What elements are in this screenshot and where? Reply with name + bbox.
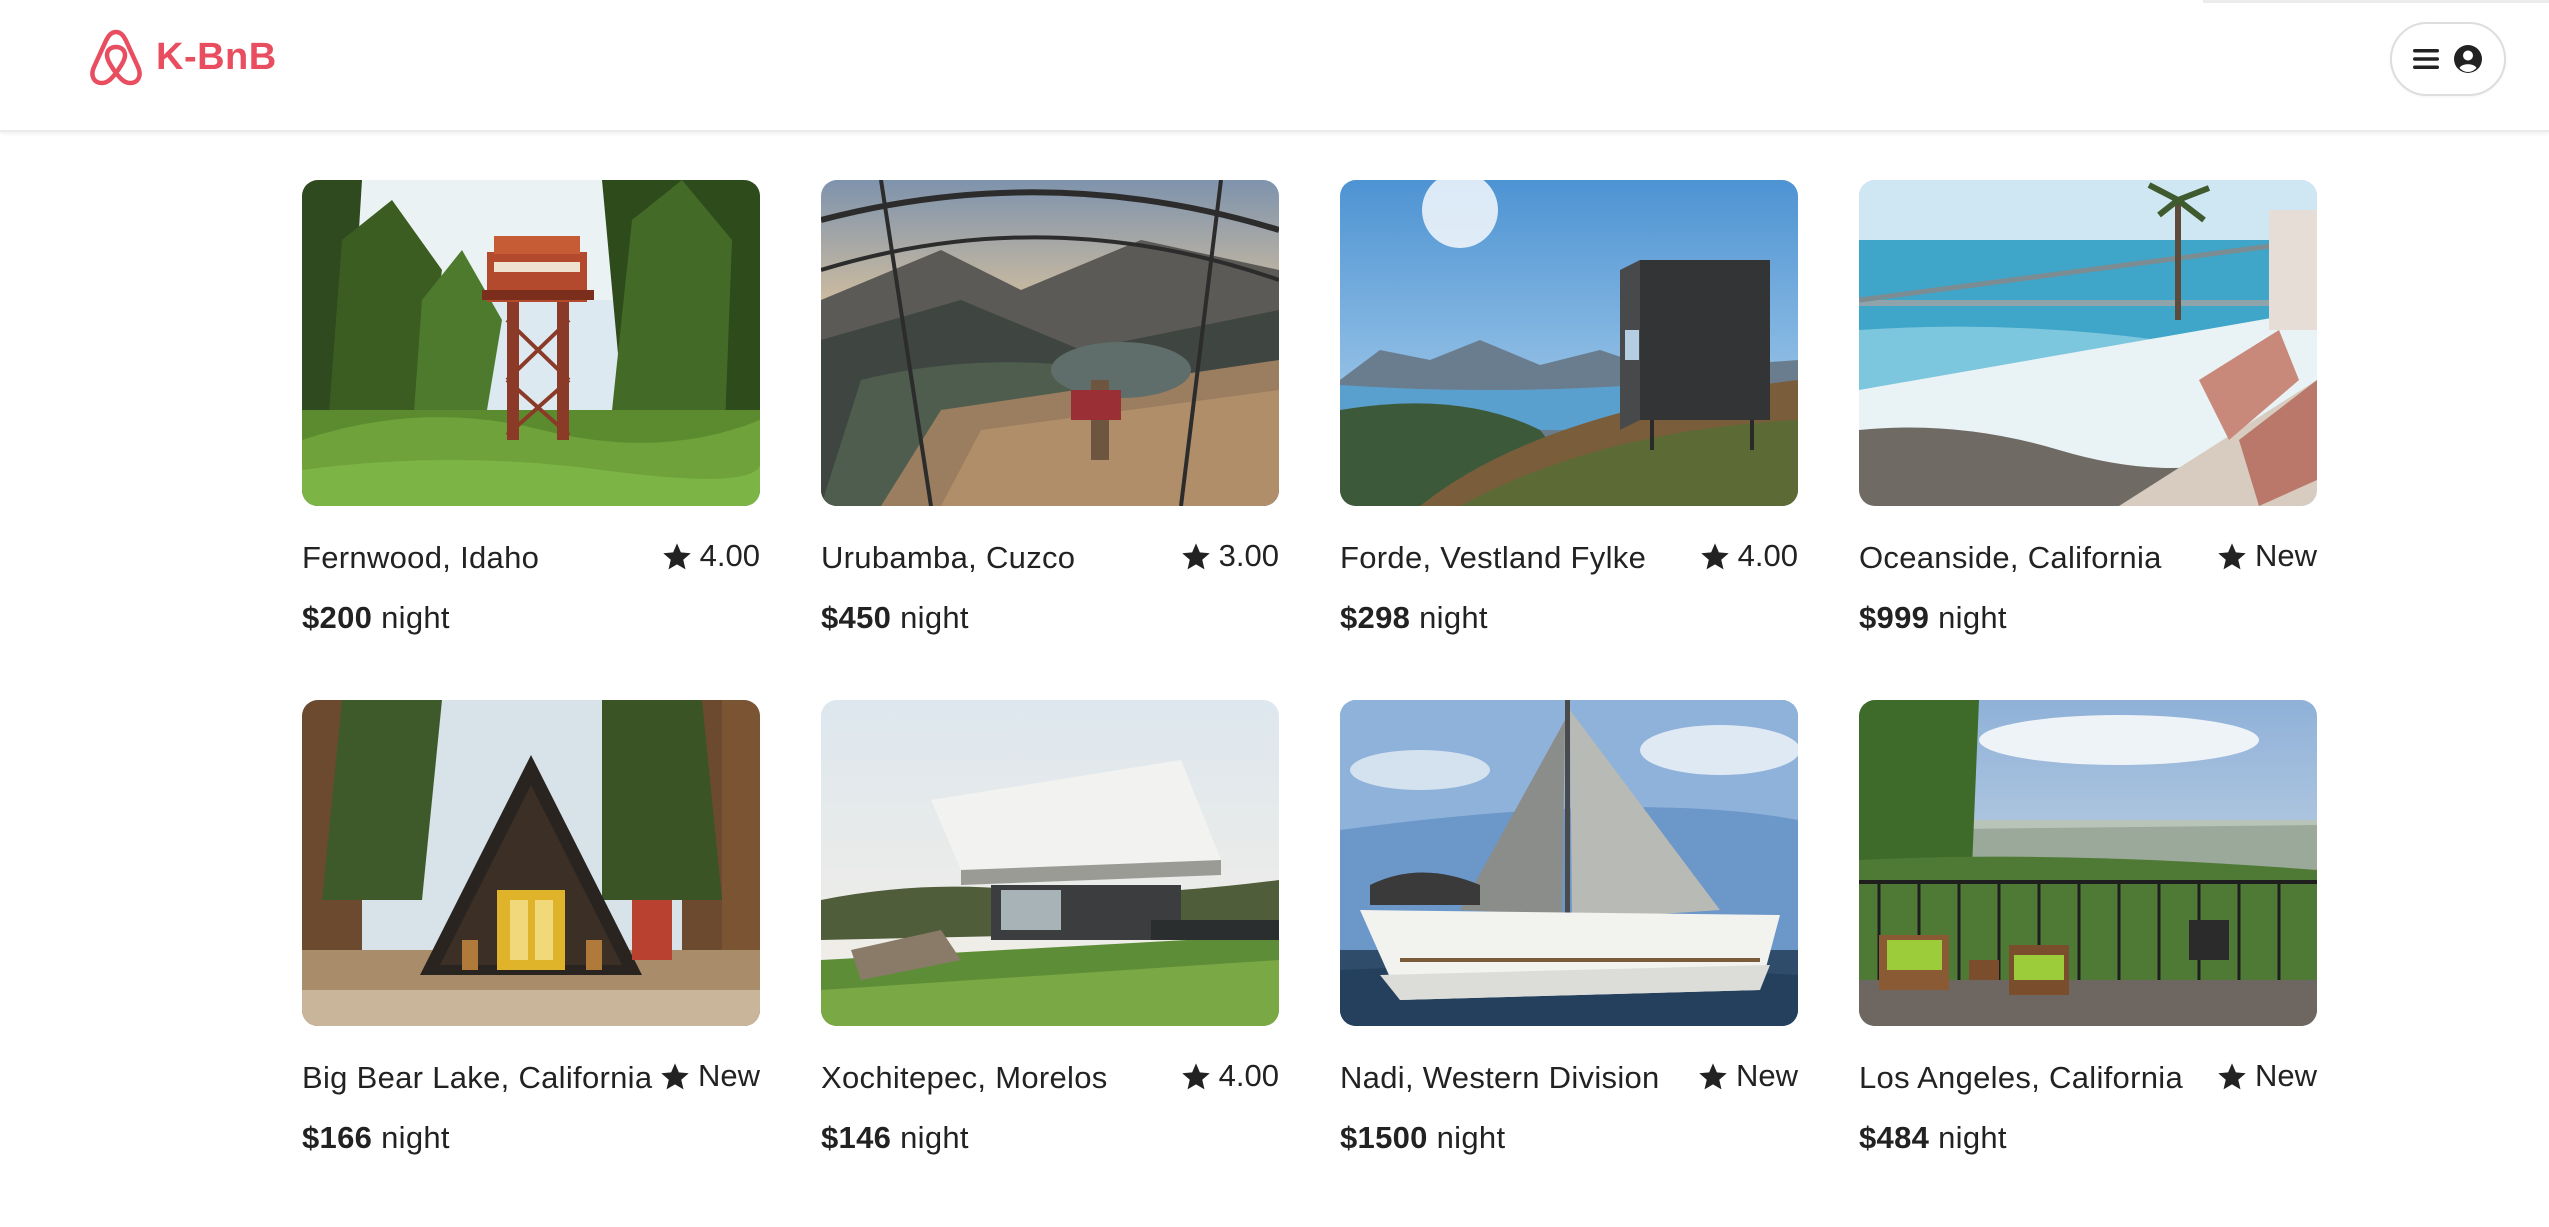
airbnb-belo-icon: [90, 29, 142, 86]
listing-location: Los Angeles, California: [1859, 1060, 2183, 1095]
listing-rating: 4.00: [662, 538, 760, 574]
listing-price-row: $298 night: [1340, 600, 1798, 636]
user-circle-icon: [2454, 45, 2482, 73]
listing-rating: 4.00: [1700, 538, 1798, 574]
star-icon: [1181, 1062, 1210, 1089]
listing-price-suffix: night: [900, 600, 969, 635]
listing-price-row: $200 night: [302, 600, 760, 636]
star-icon: [1181, 542, 1210, 569]
modern-house-photo: [821, 700, 1279, 1026]
listing-card[interactable]: Big Bear Lake, California New $166 night: [302, 700, 760, 1156]
listing-card[interactable]: Los Angeles, California New $484 night: [1859, 700, 2317, 1156]
listing-rating-value: New: [1735, 1058, 1798, 1093]
listing-price: $200: [302, 600, 373, 635]
listing-price-row: $999 night: [1859, 600, 2317, 636]
star-icon: [2218, 1062, 2246, 1089]
ocean-balcony-photo: [1859, 180, 2317, 506]
listing-price: $999: [1859, 600, 1930, 635]
sailboat-photo: [1340, 700, 1798, 1026]
a-frame-cabin-photo: [302, 700, 760, 1026]
listing-price-row: $146 night: [821, 1120, 1279, 1156]
hamburger-menu-icon: [2413, 49, 2439, 69]
listing-price-suffix: night: [381, 600, 450, 635]
star-icon: [662, 542, 691, 569]
listing-price: $146: [821, 1120, 892, 1155]
listing-rating: New: [2217, 538, 2317, 574]
listing-price: $484: [1859, 1120, 1930, 1155]
listing-rating-value: 4.00: [699, 538, 760, 573]
listing-photo[interactable]: [302, 700, 760, 1026]
listing-price: $450: [821, 600, 892, 635]
listing-rating-value: New: [2254, 1058, 2317, 1093]
listing-photo[interactable]: [302, 180, 760, 506]
glass-dome-photo: [821, 180, 1279, 506]
listing-rating-value: New: [697, 1058, 760, 1093]
listing-rating: New: [2217, 1058, 2317, 1094]
listing-location: Fernwood, Idaho: [302, 540, 540, 575]
listing-photo[interactable]: [821, 180, 1279, 506]
listing-price-row: $166 night: [302, 1120, 760, 1156]
listing-rating-value: 4.00: [1737, 538, 1798, 573]
listing-rating: 4.00: [1181, 1058, 1279, 1094]
listing-card[interactable]: Fernwood, Idaho 4.00 $200 night: [302, 180, 760, 636]
listing-price-row: $450 night: [821, 600, 1279, 636]
listing-location: Nadi, Western Division: [1340, 1060, 1660, 1095]
listing-price-row: $1500 night: [1340, 1120, 1798, 1156]
brand-name: K-BnB: [156, 35, 277, 78]
star-icon: [2218, 542, 2246, 569]
listing-rating-value: New: [2254, 538, 2317, 573]
listing-location: Big Bear Lake, California: [302, 1060, 653, 1095]
listing-price-suffix: night: [1419, 600, 1488, 635]
listing-price: $1500: [1340, 1120, 1428, 1155]
listing-rating: New: [1698, 1058, 1798, 1094]
listing-card[interactable]: Xochitepec, Morelos 4.00 $146 night: [821, 700, 1279, 1156]
listing-card[interactable]: Nadi, Western Division New $1500 night: [1340, 700, 1798, 1156]
listing-price-suffix: night: [1938, 600, 2007, 635]
star-icon: [1699, 1062, 1727, 1089]
user-menu-button[interactable]: [2390, 22, 2506, 96]
listing-card[interactable]: Forde, Vestland Fylke 4.00 $298 night: [1340, 180, 1798, 636]
listing-price-suffix: night: [1436, 1120, 1506, 1155]
listing-location: Xochitepec, Morelos: [821, 1060, 1108, 1095]
listing-price: $298: [1340, 600, 1411, 635]
listing-rating: New: [660, 1058, 760, 1094]
listing-rating-value: 3.00: [1218, 538, 1279, 573]
listing-card[interactable]: Oceanside, California New $999 night: [1859, 180, 2317, 636]
listing-location: Forde, Vestland Fylke: [1340, 540, 1647, 575]
listing-price: $166: [302, 1120, 373, 1155]
brand-logo-link[interactable]: K-BnB: [86, 26, 277, 88]
listing-card[interactable]: Urubamba, Cuzco 3.00 $450 night: [821, 180, 1279, 636]
listing-price-suffix: night: [900, 1120, 969, 1155]
star-icon: [1700, 542, 1729, 569]
listing-rating: 3.00: [1181, 538, 1279, 574]
listing-photo[interactable]: [1859, 180, 2317, 506]
listing-price-row: $484 night: [1859, 1120, 2317, 1156]
treehouse-photo: [302, 180, 760, 506]
listing-price-suffix: night: [381, 1120, 450, 1155]
top-navbar: K-BnB: [0, 0, 2549, 132]
listing-rating-value: 4.00: [1218, 1058, 1279, 1093]
listing-location: Urubamba, Cuzco: [821, 540, 1076, 575]
city-terrace-photo: [1859, 700, 2317, 1026]
star-icon: [661, 1062, 689, 1089]
listings-grid: Fernwood, Idaho 4.00 $200 night Urubamba…: [302, 180, 2318, 1156]
top-edge-strip: [2203, 0, 2549, 3]
listing-location: Oceanside, California: [1859, 540, 2162, 575]
listing-price-suffix: night: [1938, 1120, 2007, 1155]
fjord-cabin-photo: [1340, 180, 1798, 506]
listing-photo[interactable]: [1859, 700, 2317, 1026]
listing-photo[interactable]: [1340, 180, 1798, 506]
listing-photo[interactable]: [1340, 700, 1798, 1026]
listing-photo[interactable]: [821, 700, 1279, 1026]
